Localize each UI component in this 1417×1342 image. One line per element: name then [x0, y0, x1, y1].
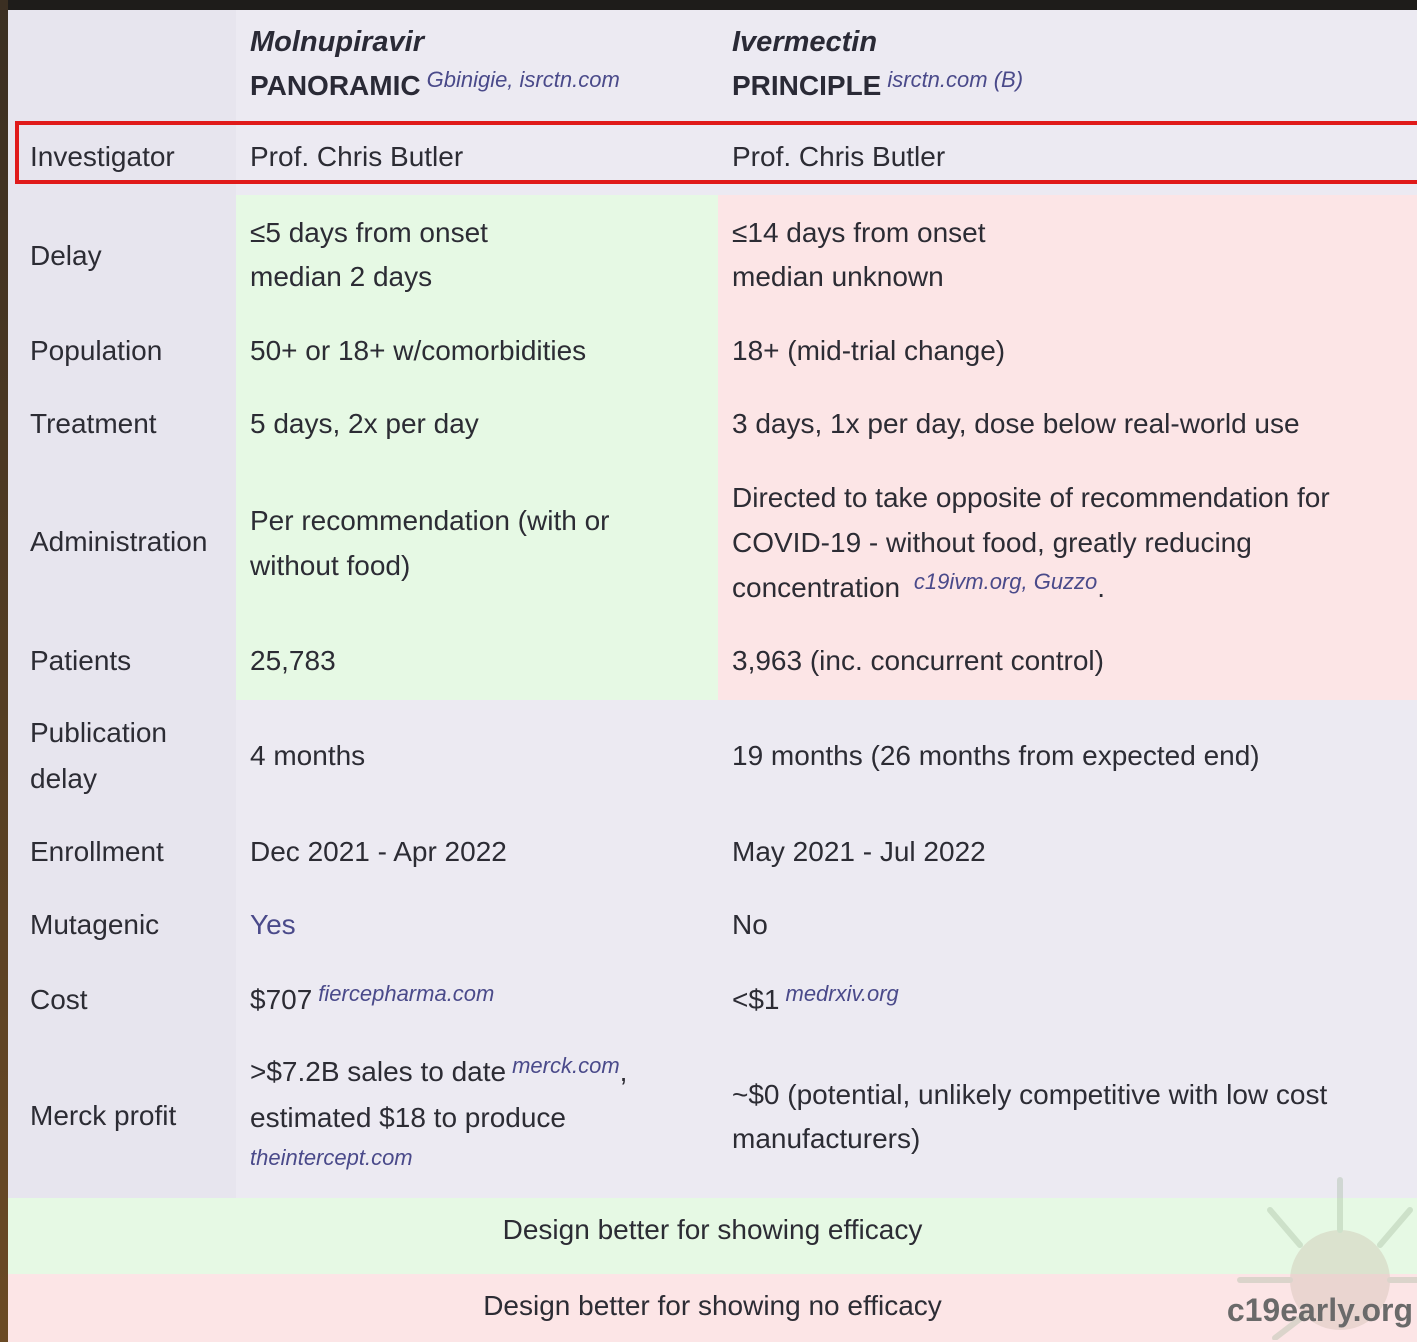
- legend-red-row: Design better for showing no efficacy: [8, 1274, 1417, 1342]
- treatment-b: 3 days, 1x per day, dose below real-worl…: [732, 408, 1300, 439]
- administration-cite-link[interactable]: c19ivm.org, Guzzo: [914, 569, 1097, 594]
- comparison-table: Molnupiravir PANORAMIC Gbinigie, isrctn.c…: [8, 10, 1417, 1342]
- administration-a: Per recommendation (with or without food…: [250, 498, 609, 588]
- cost-a-value: $707: [250, 984, 313, 1015]
- legend-green-row: Design better for showing efficacy: [8, 1198, 1417, 1274]
- publication-delay-label: Publication delay: [30, 710, 167, 802]
- administration-b-line2: COVID-19 - without food, greatly reducin…: [732, 527, 1252, 558]
- mutagenic-a: Yes: [250, 909, 296, 940]
- merck-cite-link[interactable]: merck.com: [512, 1053, 620, 1078]
- administration-b: Directed to take opposite of recommendat…: [732, 475, 1330, 612]
- cost-b: <$1 medrxiv.org: [732, 978, 899, 1024]
- left-edge: [0, 0, 8, 1342]
- cost-b-cite-link[interactable]: medrxiv.org: [786, 981, 899, 1006]
- treatment-a: 5 days, 2x per day: [250, 408, 479, 439]
- merck-profit-a-text1: >$7.2B sales to date: [250, 1056, 507, 1087]
- merck-profit-label: Merck profit: [30, 1100, 177, 1131]
- investigator-highlight-box: [15, 121, 1417, 184]
- patients-b: 3,963 (inc. concurrent control): [732, 645, 1104, 676]
- publication-delay-label-line2: delay: [30, 763, 97, 794]
- delay-a: ≤5 days from onset median 2 days: [250, 211, 488, 299]
- cost-a: $707 fiercepharma.com: [250, 978, 494, 1024]
- delay-label: Delay: [30, 240, 102, 271]
- col2-trial-name: PRINCIPLE: [732, 70, 882, 101]
- delay-b-line1: ≤14 days from onset: [732, 217, 986, 248]
- theintercept-cite-link[interactable]: theintercept.com: [250, 1140, 627, 1176]
- merck-profit-a-line1: >$7.2B sales to date merck.com,: [250, 1050, 627, 1096]
- merck-profit-a-line2: estimated $18 to produce: [250, 1102, 566, 1133]
- enrollment-b: May 2021 - Jul 2022: [732, 836, 986, 867]
- brand-logo: c19early.org: [1226, 1292, 1413, 1328]
- merck-profit-b-line2: manufacturers): [732, 1123, 921, 1154]
- legend-red-text: Design better for showing no efficacy: [483, 1290, 942, 1321]
- mutagenic-label: Mutagenic: [30, 909, 160, 940]
- publication-delay-a: 4 months: [250, 740, 366, 771]
- merck-profit-a-comma: ,: [619, 1056, 628, 1087]
- enrollment-a: Dec 2021 - Apr 2022: [250, 836, 507, 867]
- col2-drug: Ivermectin: [732, 26, 878, 58]
- merck-profit-b-line1: ~$0 (potential, unlikely competitive wit…: [732, 1079, 1328, 1110]
- administration-b-period: .: [1097, 572, 1106, 603]
- publication-delay-label-line1: Publication: [30, 717, 167, 748]
- col1-trial-name: PANORAMIC: [250, 70, 421, 101]
- col2-cite-link[interactable]: isrctn.com (B): [887, 67, 1023, 92]
- cost-label: Cost: [30, 984, 88, 1015]
- administration-a-line2: without food): [250, 550, 411, 581]
- delay-b: ≤14 days from onset median unknown: [732, 211, 986, 299]
- treatment-label: Treatment: [30, 408, 157, 439]
- col1-drug: Molnupiravir: [250, 26, 425, 58]
- patients-a: 25,783: [250, 645, 336, 676]
- administration-label: Administration: [30, 526, 208, 557]
- administration-b-line3: concentration c19ivm.org, Guzzo.: [732, 565, 1330, 612]
- administration-b-line1: Directed to take opposite of recommendat…: [732, 482, 1330, 513]
- mutagenic-b: No: [732, 909, 768, 940]
- cost-b-value: <$1: [732, 984, 780, 1015]
- delay-b-line2: median unknown: [732, 261, 944, 292]
- population-b: 18+ (mid-trial change): [732, 335, 1006, 366]
- administration-b-line3-text: concentration: [732, 572, 901, 603]
- col2-trial: PRINCIPLE isrctn.com (B): [732, 67, 1023, 102]
- merck-profit-a: >$7.2B sales to date merck.com, estimated…: [250, 1050, 627, 1176]
- top-edge: [0, 0, 1417, 10]
- col1-cite-link[interactable]: Gbinigie, isrctn.com: [427, 67, 620, 92]
- patients-label: Patients: [30, 645, 132, 676]
- merck-profit-b: ~$0 (potential, unlikely competitive wit…: [732, 1073, 1327, 1161]
- col1-trial: PANORAMIC Gbinigie, isrctn.com: [250, 67, 620, 102]
- population-a: 50+ or 18+ w/comorbidities: [250, 335, 587, 366]
- cost-a-cite-link[interactable]: fiercepharma.com: [318, 981, 494, 1006]
- delay-a-line1: ≤5 days from onset: [250, 217, 488, 248]
- enrollment-label: Enrollment: [30, 836, 164, 867]
- population-label: Population: [30, 335, 163, 366]
- administration-a-line1: Per recommendation (with or: [250, 505, 610, 536]
- legend-green-text: Design better for showing efficacy: [502, 1214, 923, 1245]
- publication-delay-b: 19 months (26 months from expected end): [732, 740, 1260, 771]
- delay-a-line2: median 2 days: [250, 261, 433, 292]
